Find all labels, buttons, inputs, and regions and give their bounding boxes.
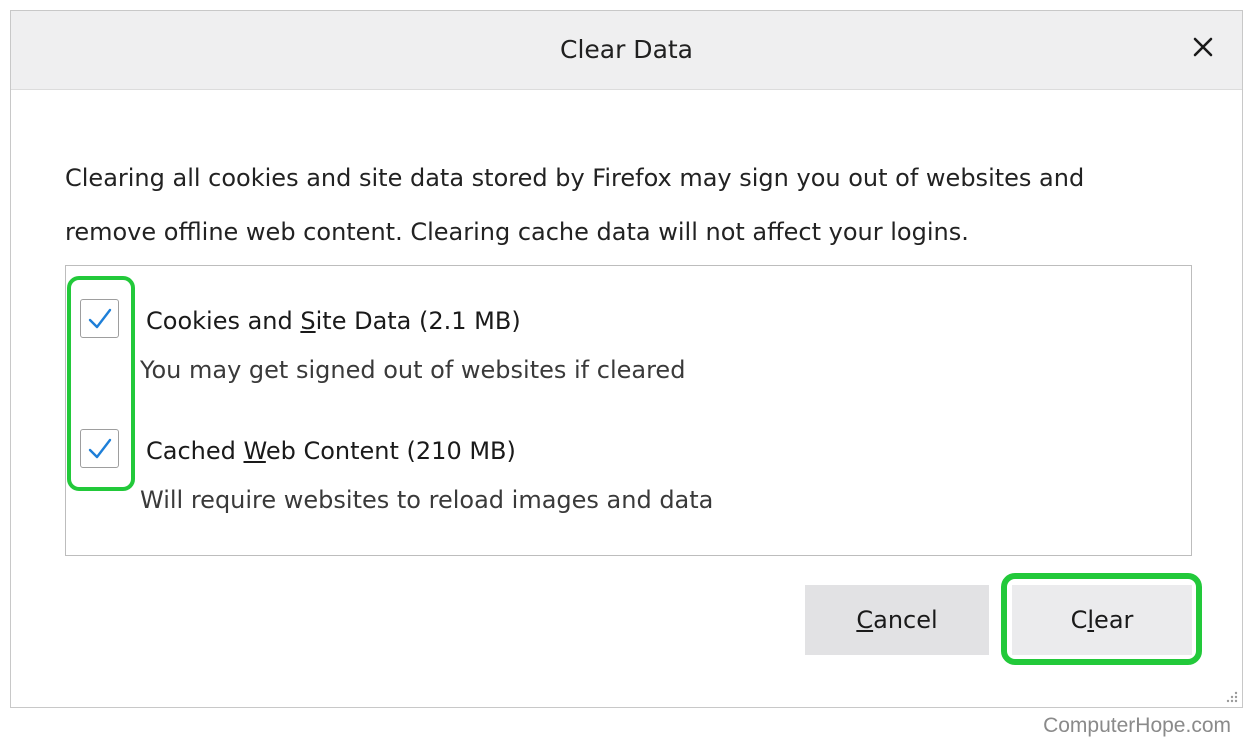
cookies-label-accel: S (300, 307, 316, 335)
cache-description: Will require websites to reload images a… (140, 486, 714, 514)
description-line-2: remove offline web content. Clearing cac… (65, 218, 969, 246)
close-icon (1193, 37, 1213, 57)
clear-data-dialog: Clear Data Clearing all cookies and site… (10, 10, 1243, 708)
clear-button[interactable]: Cl ear (1012, 585, 1192, 655)
clear-post: ear (1094, 606, 1134, 634)
cache-label-post: eb Content (210 MB) (265, 437, 516, 465)
cookies-description: You may get signed out of websites if cl… (140, 356, 686, 384)
checkmark-icon (88, 438, 111, 458)
resize-grip-icon[interactable] (1224, 689, 1238, 703)
dialog-description: Clearing all cookies and site data store… (65, 151, 1185, 259)
cancel-button[interactable]: Cancel (805, 585, 989, 655)
watermark: ComputerHope.com (1043, 714, 1231, 737)
cancel-rest: ancel (873, 606, 938, 634)
dialog-title: Clear Data (559, 35, 694, 64)
clear-accel: l (1087, 606, 1095, 634)
dialog-titlebar: Clear Data (11, 11, 1242, 90)
close-button[interactable] (1186, 30, 1220, 64)
checkmark-icon (88, 308, 111, 328)
cache-label-pre: Cached (146, 437, 244, 465)
cache-label[interactable]: Cached Web Content (210 MB) (146, 437, 516, 465)
cache-label-accel: W (243, 437, 266, 465)
cache-checkbox[interactable] (80, 429, 119, 468)
clear-pre: C (1070, 606, 1088, 634)
options-box: Cookies and Site Data (2.1 MB) You may g… (65, 265, 1192, 556)
cookies-label-post: ite Data (2.1 MB) (315, 307, 521, 335)
cookies-checkbox[interactable] (80, 299, 119, 338)
cookies-label-pre: Cookies and (146, 307, 301, 335)
cookies-label[interactable]: Cookies and Site Data (2.1 MB) (146, 307, 521, 335)
cancel-accel: C (856, 606, 874, 634)
description-line-1: Clearing all cookies and site data store… (65, 164, 1085, 192)
